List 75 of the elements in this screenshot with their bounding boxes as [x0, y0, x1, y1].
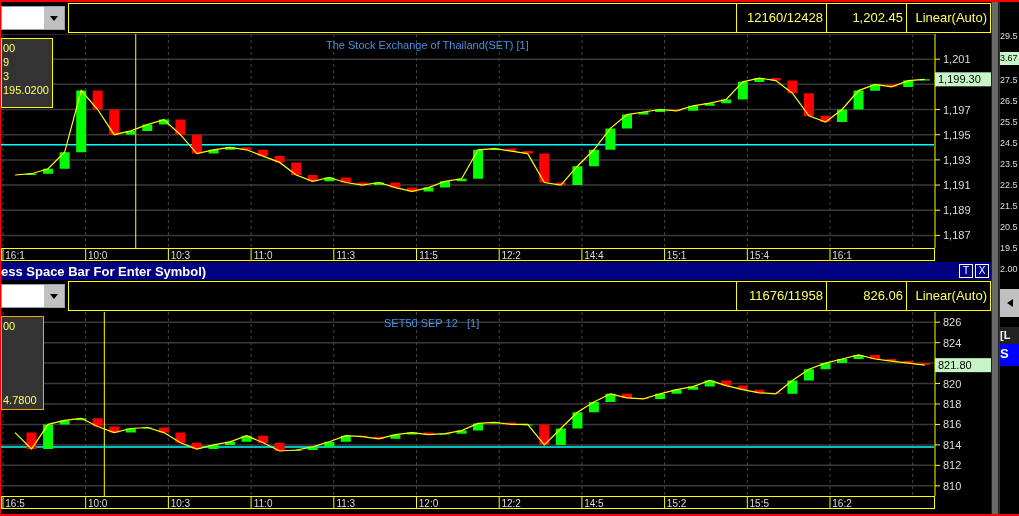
axis-label: 2.00 — [1000, 264, 1019, 275]
axis-label: 10:3 — [170, 498, 191, 509]
info-value: 195.0200 — [3, 83, 49, 97]
axis-label: 19.5 — [1000, 243, 1019, 254]
axis-label: 16:5 — [5, 498, 25, 509]
readout-value: 12160/12428 — [736, 4, 826, 32]
axis-label: 15:5 — [749, 498, 770, 509]
axis-label: 23.5 — [1000, 159, 1019, 170]
axis-label: 10:3 — [170, 250, 191, 261]
axis-label: 1,189 — [943, 204, 971, 217]
axis-label: 15:4 — [749, 250, 770, 261]
axis-label: 27.5 — [1000, 75, 1019, 86]
axis-label: 824 — [943, 336, 962, 349]
axis-label: 1,191 — [943, 179, 971, 192]
price-label: 1,199.30 — [935, 72, 991, 87]
left-arrow-icon — [1006, 299, 1013, 307]
caret-icon[interactable] — [44, 7, 64, 29]
axis-label: 1,193 — [943, 153, 971, 166]
axis-label: 11:3 — [336, 498, 356, 509]
axis-label: 1,201 — [943, 53, 971, 66]
axis-label: 1,197 — [943, 103, 971, 116]
axis-label: 14:4 — [584, 250, 604, 261]
axis-label: 20.5 — [1000, 222, 1019, 233]
axis-label: 10:0 — [87, 498, 108, 509]
axis-label: 26.5 — [1000, 96, 1019, 107]
axis-label: 10:0 — [87, 250, 108, 261]
axis-label: 11:0 — [253, 250, 273, 261]
axis-label: 816 — [943, 418, 962, 431]
axis-label: 21.5 — [1000, 201, 1019, 212]
readout-value: Linear(Auto) — [906, 4, 990, 32]
panel-tab[interactable]: S — [1000, 343, 1019, 366]
axis-label: 29.5 — [1000, 30, 1019, 43]
window-title: ess Space Bar For Enter Symbol) — [1, 264, 208, 278]
axis-label: 24.5 — [1000, 138, 1019, 149]
chart-title: The Stock Exchange of Thailand(SET) [1] — [326, 38, 529, 53]
axis-label: 11:3 — [336, 250, 356, 261]
axis-label: 14:5 — [584, 498, 604, 509]
axis-label: 814 — [943, 438, 962, 451]
price-label: 821.80 — [935, 358, 991, 373]
axis-label: 812 — [943, 459, 962, 472]
info-value: 3 — [3, 69, 11, 83]
axis-label: 11:5 — [419, 250, 438, 261]
axis-label: 826 — [943, 316, 962, 329]
axis-label: 22.5 — [1000, 180, 1019, 191]
axis-label: 11:0 — [253, 498, 273, 509]
readout-value: 826.06 — [826, 282, 906, 310]
axis-label: 15:1 — [666, 250, 687, 261]
readout-value: Linear(Auto) — [906, 282, 990, 310]
axis-label: 25.5 — [1000, 117, 1019, 128]
chart-title: SET50 SEP 12 [1] — [384, 316, 480, 331]
window-button[interactable]: T — [959, 264, 973, 278]
axis-label: 1,187 — [943, 229, 971, 242]
scrollbar[interactable] — [991, 2, 999, 514]
axis-label: 16:1 — [832, 250, 852, 261]
scroll-left-button[interactable] — [1000, 289, 1019, 317]
axis-label: 820 — [943, 377, 962, 390]
axis-label: 12:2 — [501, 498, 521, 509]
info-value: 00 — [3, 319, 17, 333]
caret-icon[interactable] — [44, 285, 64, 307]
info-value: 4.7800 — [3, 393, 38, 407]
panel-header: [L — [1000, 327, 1019, 344]
axis-label: 12:2 — [501, 250, 521, 261]
window-button[interactable]: X — [975, 264, 989, 278]
axis-label: 16:2 — [832, 498, 852, 509]
readout-value: 1,202.45 — [826, 4, 906, 32]
axis-label: 818 — [943, 398, 962, 410]
readout-value: 11676/11958 — [736, 282, 826, 310]
axis-label: 810 — [943, 479, 962, 492]
axis-label: 15:2 — [666, 498, 687, 509]
info-value: 9 — [3, 55, 11, 69]
axis-label: 1,195 — [943, 128, 971, 141]
axis-label: 12:0 — [418, 498, 439, 509]
info-value: 00 — [3, 41, 17, 55]
price-label: 3.67 — [1000, 51, 1019, 65]
axis-label: 16:1 — [5, 250, 25, 261]
